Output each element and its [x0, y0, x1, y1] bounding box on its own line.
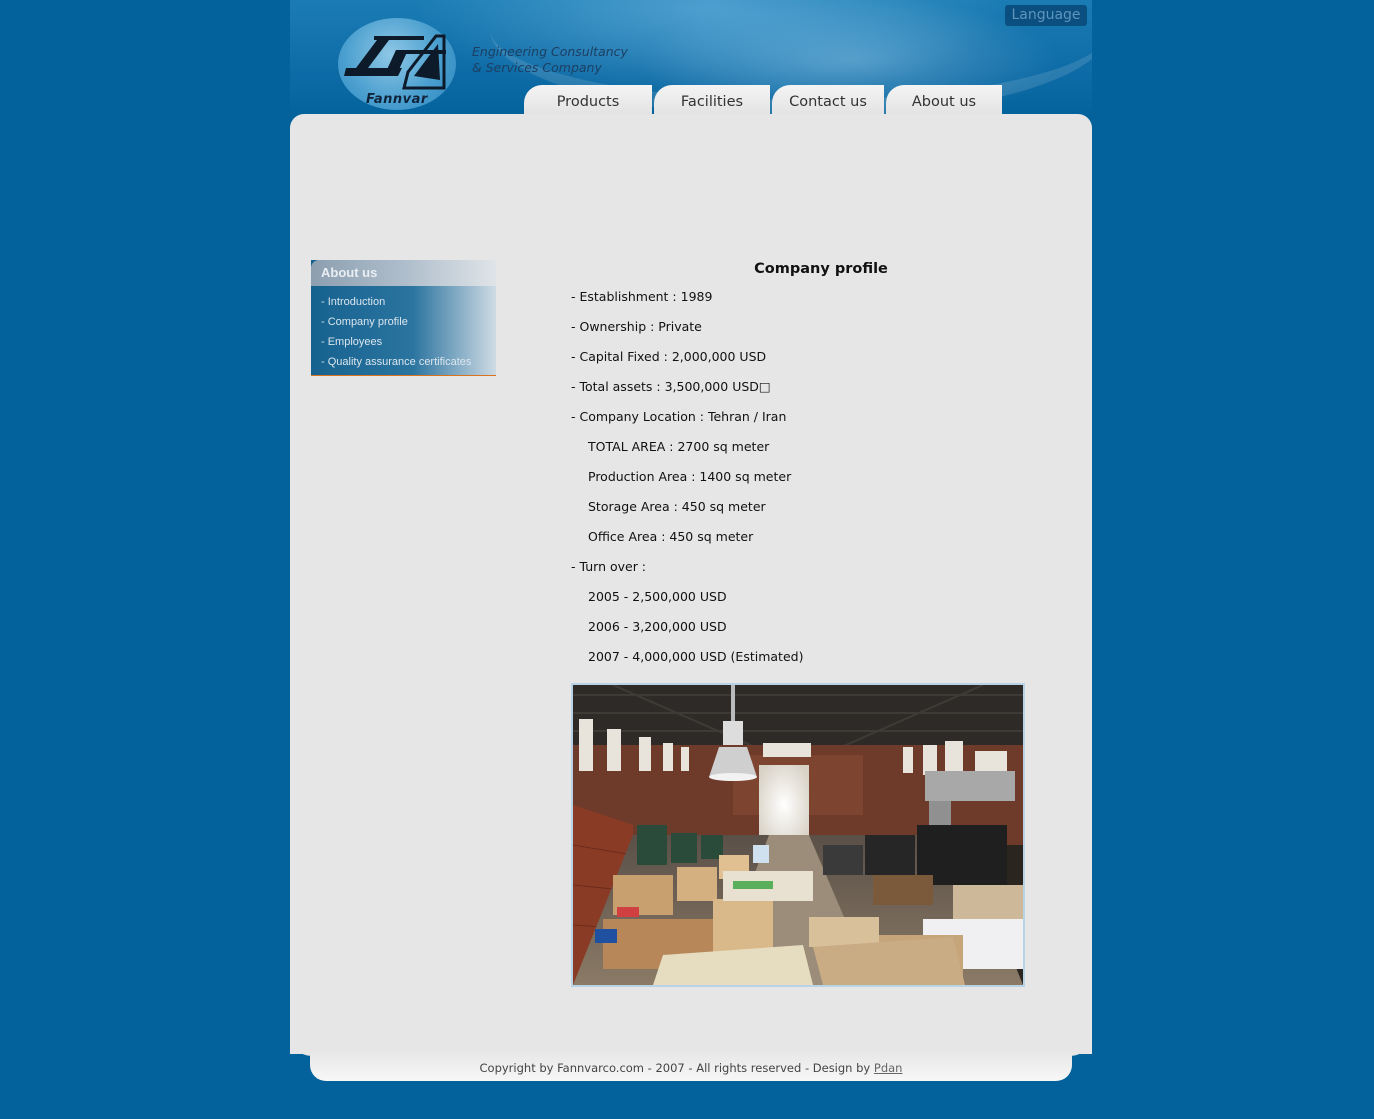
logo-wordmark: Fannvar: [366, 92, 428, 107]
profile-storage-area: Storage Area : 450 sq meter: [588, 499, 766, 514]
profile-turnover-heading: - Turn over :: [571, 559, 647, 574]
copyright-text: Copyright by Fannvarco.com - 2007 - All …: [479, 1061, 874, 1075]
profile-turnover-2007: 2007 - 4,000,000 USD (Estimated): [588, 649, 804, 664]
tab-products[interactable]: Products: [524, 85, 652, 116]
company-tagline: Engineering Consultancy & Services Compa…: [472, 44, 628, 76]
sidebar-item-quality-assurance[interactable]: - Quality assurance certificates: [321, 352, 496, 372]
footer-copyright: Copyright by Fannvarco.com - 2007 - All …: [290, 1061, 1092, 1075]
sidebar-item-company-profile[interactable]: - Company profile: [321, 312, 496, 332]
profile-capital-fixed: - Capital Fixed : 2,000,000 USD: [571, 349, 767, 364]
sidebar-list: - Introduction - Company profile - Emplo…: [311, 286, 496, 372]
tagline-line-2: & Services Company: [472, 60, 602, 75]
tab-contact-us[interactable]: Contact us: [772, 85, 884, 116]
profile-establishment: - Establishment : 1989: [571, 289, 713, 304]
designer-link[interactable]: Pdan: [874, 1061, 903, 1075]
language-button[interactable]: Language: [1005, 5, 1087, 26]
profile-office-area: Office Area : 450 sq meter: [588, 529, 754, 544]
tab-facilities[interactable]: Facilities: [654, 85, 770, 116]
tab-about-us[interactable]: About us: [886, 85, 1002, 116]
company-profile-content: Company profile - Establishment : 1989 -…: [571, 258, 1071, 672]
main-nav-tabs: Products Facilities Contact us About us: [524, 85, 1002, 116]
profile-production-area: Production Area : 1400 sq meter: [588, 469, 792, 484]
profile-location: - Company Location : Tehran / Iran: [571, 409, 787, 424]
site-footer: Copyright by Fannvarco.com - 2007 - All …: [290, 1030, 1092, 1082]
sidebar-item-employees[interactable]: - Employees: [321, 332, 496, 352]
sidebar-title: About us: [311, 260, 496, 286]
profile-turnover-2005: 2005 - 2,500,000 USD: [588, 589, 727, 604]
profile-total-assets: - Total assets : 3,500,000 USD□: [571, 379, 771, 394]
profile-turnover-2006: 2006 - 3,200,000 USD: [588, 619, 727, 634]
page-title: Company profile: [754, 261, 888, 277]
profile-total-area: TOTAL AREA : 2700 sq meter: [588, 439, 770, 454]
sidebar-item-introduction[interactable]: - Introduction: [321, 292, 496, 312]
sidebar-menu: About us - Introduction - Company profil…: [311, 260, 496, 376]
profile-ownership: - Ownership : Private: [571, 319, 702, 334]
tagline-line-1: Engineering Consultancy: [472, 44, 628, 59]
factory-photo: [571, 683, 1025, 987]
